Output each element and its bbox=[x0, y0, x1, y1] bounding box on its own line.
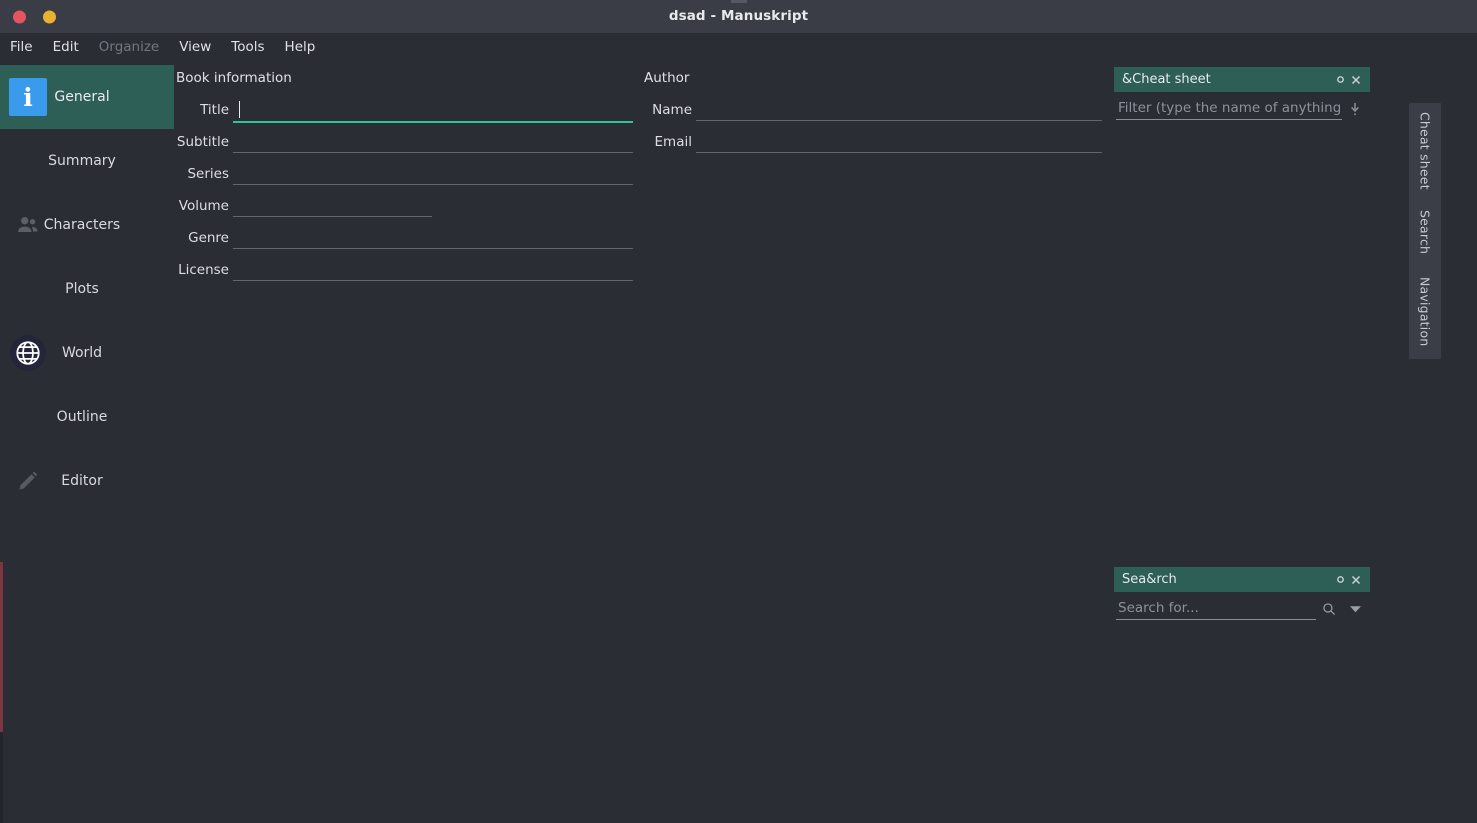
general-page: Book information Title Subtitle Series V… bbox=[174, 62, 1477, 823]
menu-edit[interactable]: Edit bbox=[43, 33, 89, 62]
float-icon[interactable] bbox=[1332, 71, 1348, 89]
sidebar-item-label: Summary bbox=[48, 153, 116, 169]
author-email-input[interactable] bbox=[696, 130, 1102, 153]
cheat-sheet-panel-header[interactable]: &Cheat sheet bbox=[1114, 67, 1370, 92]
sidebar-item-summary[interactable]: Summary bbox=[0, 129, 174, 193]
search-panel-header[interactable]: Sea&rch bbox=[1114, 567, 1370, 592]
search-panel-title: Sea&rch bbox=[1122, 572, 1177, 587]
sidebar-edge-shadow bbox=[0, 732, 3, 823]
menu-organize: Organize bbox=[98, 39, 160, 55]
sidebar-item-characters[interactable]: Characters bbox=[0, 193, 174, 257]
title-label: Title bbox=[200, 102, 229, 119]
sidebar-item-outline[interactable]: Outline bbox=[0, 385, 174, 449]
series-input[interactable] bbox=[233, 162, 633, 185]
float-icon[interactable] bbox=[1332, 571, 1348, 589]
tab-label: Search bbox=[1417, 209, 1433, 255]
series-label: Series bbox=[187, 165, 229, 182]
tab-search[interactable]: Search bbox=[1409, 199, 1441, 265]
cheat-sheet-filter-input[interactable] bbox=[1116, 98, 1342, 120]
tab-label: Cheat sheet bbox=[1417, 112, 1433, 190]
field-row-title: Title bbox=[174, 98, 633, 123]
title-input[interactable] bbox=[233, 99, 633, 123]
sidebar: i General Summary Characters Plots World… bbox=[0, 62, 174, 823]
author-heading: Author bbox=[644, 70, 690, 86]
subtitle-label: Subtitle bbox=[176, 133, 229, 150]
book-information-heading: Book information bbox=[176, 70, 292, 86]
sidebar-item-label: Characters bbox=[43, 217, 121, 233]
field-row-email: Email bbox=[642, 130, 1102, 153]
manuskript-window: dsad - Manuskript File Edit Organize Vie… bbox=[0, 0, 1477, 823]
menu-tools[interactable]: Tools bbox=[221, 33, 274, 62]
genre-label: Genre bbox=[188, 229, 229, 246]
volume-input[interactable] bbox=[233, 194, 432, 217]
tab-cheat-sheet[interactable]: Cheat sheet bbox=[1409, 103, 1441, 199]
close-icon[interactable] bbox=[1348, 571, 1364, 589]
menu-help[interactable]: Help bbox=[275, 33, 326, 62]
cheat-sheet-panel-title: &Cheat sheet bbox=[1122, 72, 1211, 87]
field-row-genre: Genre bbox=[174, 226, 633, 249]
volume-label: Volume bbox=[178, 197, 229, 214]
name-label: Name bbox=[652, 101, 692, 118]
sidebar-item-general[interactable]: i General bbox=[0, 65, 174, 129]
license-input[interactable] bbox=[233, 258, 633, 281]
sidebar-item-label: Plots bbox=[65, 281, 99, 297]
menu-view[interactable]: View bbox=[169, 33, 221, 62]
field-row-volume: Volume bbox=[174, 194, 432, 217]
tab-label: Navigation bbox=[1417, 277, 1433, 347]
sidebar-item-label: General bbox=[54, 89, 110, 105]
genre-input[interactable] bbox=[233, 226, 633, 249]
cheat-sheet-panel-body bbox=[1114, 92, 1370, 124]
license-label: License bbox=[178, 261, 229, 278]
dock-tab-strip: Cheat sheet Search Navigation bbox=[1409, 103, 1441, 359]
sidebar-item-label: Outline bbox=[56, 409, 108, 425]
search-panel-body bbox=[1114, 592, 1370, 624]
field-row-series: Series bbox=[174, 162, 633, 185]
sidebar-edge-accent bbox=[0, 562, 3, 732]
close-icon[interactable] bbox=[1348, 71, 1364, 89]
email-label: Email bbox=[654, 133, 692, 150]
subtitle-input[interactable] bbox=[233, 130, 633, 153]
sidebar-item-plots[interactable]: Plots bbox=[0, 257, 174, 321]
sidebar-item-world[interactable]: World bbox=[0, 321, 174, 385]
tab-navigation[interactable]: Navigation bbox=[1409, 265, 1441, 359]
window-title: dsad - Manuskript bbox=[668, 8, 809, 24]
field-row-license: License bbox=[174, 258, 633, 281]
sidebar-item-label: World bbox=[61, 345, 103, 361]
text-caret bbox=[239, 101, 240, 118]
sidebar-item-editor[interactable]: Editor bbox=[0, 449, 174, 513]
chevron-down-icon[interactable] bbox=[1342, 598, 1368, 620]
search-input[interactable] bbox=[1116, 598, 1316, 620]
field-row-name: Name bbox=[642, 98, 1102, 121]
sidebar-item-label: Editor bbox=[61, 473, 103, 489]
author-name-input[interactable] bbox=[696, 98, 1102, 121]
menu-file[interactable]: File bbox=[0, 33, 43, 62]
title-bar: dsad - Manuskript bbox=[0, 0, 1477, 33]
arrow-down-icon[interactable] bbox=[1342, 98, 1368, 120]
menu-bar: File Edit Organize View Tools Help bbox=[0, 33, 1477, 62]
magnifier-icon[interactable] bbox=[1316, 598, 1342, 620]
cheat-sheet-panel: &Cheat sheet bbox=[1114, 67, 1370, 124]
search-panel: Sea&rch bbox=[1114, 567, 1370, 624]
field-row-subtitle: Subtitle bbox=[174, 130, 633, 153]
